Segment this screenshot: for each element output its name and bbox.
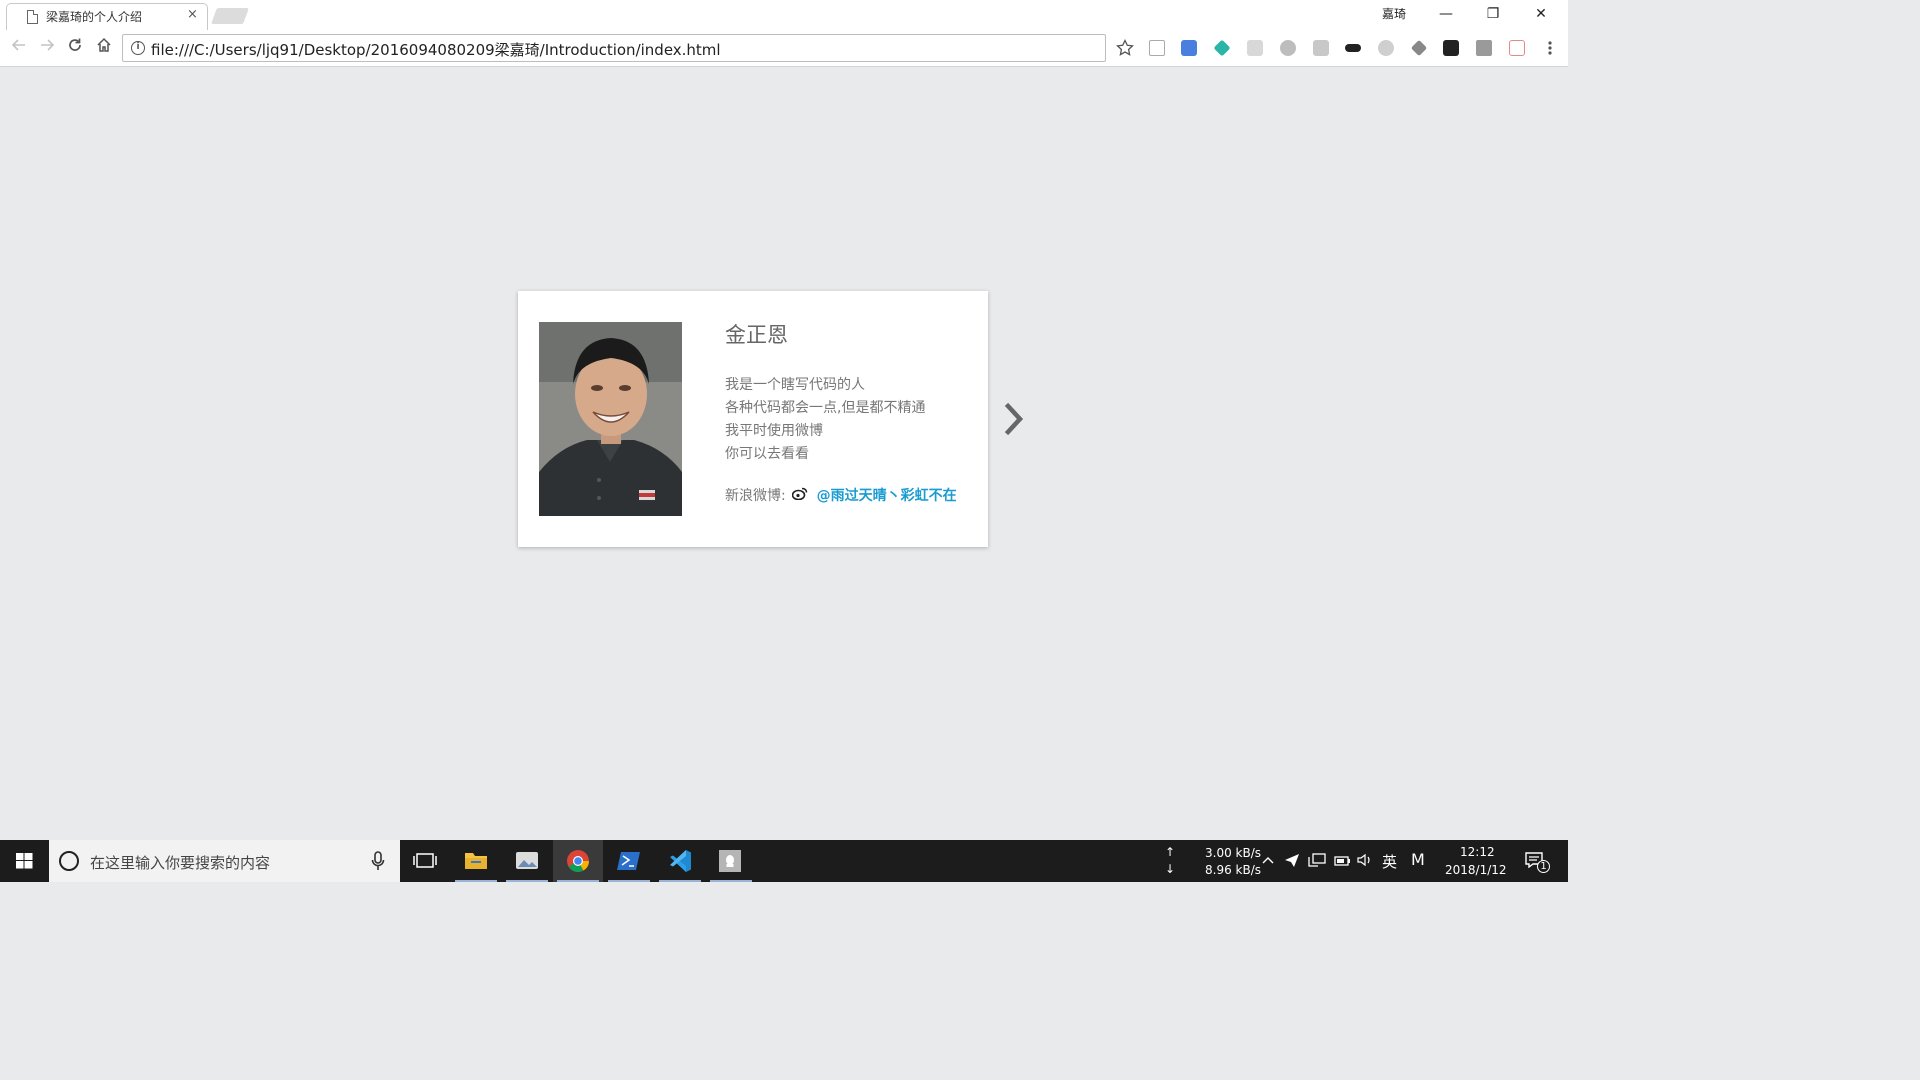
address-bar[interactable]: i file:///C:/Users/ljq91/Desktop/2016094… [122, 34, 1106, 62]
download-arrow: ↓ [1165, 862, 1176, 876]
microphone-icon[interactable] [371, 851, 385, 875]
vscode-app[interactable] [655, 840, 705, 882]
profile-photo [539, 322, 682, 516]
tab-close-button[interactable]: × [187, 7, 198, 22]
folder-icon [465, 853, 487, 869]
layers-extension-icon[interactable] [1410, 39, 1428, 57]
qq-icon [719, 850, 741, 872]
translate-extension-icon[interactable] [1181, 40, 1197, 56]
menu-dots-icon[interactable] [1544, 40, 1556, 56]
task-view-button[interactable] [400, 840, 450, 882]
arrow-right-icon [41, 39, 55, 51]
clock-date[interactable]: 2018/1/12 [1445, 863, 1507, 877]
notification-count: 1 [1537, 860, 1550, 873]
new-tab-button[interactable] [211, 8, 249, 24]
home-button[interactable] [93, 37, 115, 59]
profile-name-heading: 金正恩 [725, 323, 788, 347]
task-view-icon [413, 853, 437, 868]
reload-button[interactable] [64, 37, 86, 59]
browser-tab[interactable]: 梁嘉琦的个人介绍 × [6, 3, 208, 30]
document-icon [27, 10, 38, 24]
image-app-icon [516, 852, 538, 869]
ime-language[interactable]: 英 [1382, 851, 1397, 872]
back-button[interactable] [8, 37, 30, 59]
mask-extension-icon[interactable] [1345, 44, 1361, 52]
upload-arrow: ↑ [1165, 845, 1176, 859]
browser-toolbar: i file:///C:/Users/ljq91/Desktop/2016094… [0, 30, 1568, 67]
weibo-link[interactable]: @雨过天晴丶彩虹不在 [817, 485, 957, 505]
app-running-indicator [557, 880, 599, 882]
chevron-right-icon [1004, 402, 1024, 436]
forward-button[interactable] [36, 37, 58, 59]
calendar-extension-icon[interactable] [1509, 40, 1525, 56]
clock-time[interactable]: 12:12 [1460, 845, 1495, 859]
bookmark-star-icon[interactable] [1116, 38, 1134, 56]
qq-app[interactable] [706, 840, 756, 882]
powershell-app[interactable] [604, 840, 654, 882]
image-viewer-app[interactable] [502, 840, 552, 882]
url-text[interactable]: file:///C:/Users/ljq91/Desktop/201609408… [151, 39, 721, 60]
weibo-label: 新浪微博: [725, 488, 786, 504]
battery-icon[interactable] [1333, 853, 1351, 872]
network-icon[interactable] [1308, 852, 1326, 872]
action-center-button[interactable]: 1 [1525, 852, 1550, 874]
vscode-icon [670, 850, 691, 872]
circle-extension-icon[interactable] [1378, 40, 1394, 56]
reload-icon [69, 38, 81, 51]
cat-extension-icon[interactable] [1280, 40, 1296, 56]
home-icon [97, 37, 111, 52]
restore-button[interactable]: ❐ [1470, 2, 1516, 28]
reader-extension-icon[interactable] [1149, 40, 1165, 56]
file-explorer-app[interactable] [451, 840, 501, 882]
windows-logo-icon [16, 853, 33, 869]
paw-extension-icon[interactable] [1247, 40, 1263, 56]
minimize-button[interactable]: — [1423, 2, 1469, 28]
app-running-indicator [506, 880, 548, 882]
tab-title: 梁嘉琦的个人介绍 [46, 10, 143, 24]
bio-line: 我是一个瞎写代码的人 [725, 377, 865, 393]
start-button[interactable] [0, 840, 48, 882]
next-arrow-button[interactable] [1001, 400, 1027, 438]
weibo-row: 新浪微博: @雨过天晴丶彩虹不在 [725, 485, 957, 505]
cortana-icon [59, 851, 79, 871]
app-running-indicator [455, 880, 497, 882]
search-placeholder: 在这里输入你要搜索的内容 [90, 854, 271, 872]
send-tray-icon[interactable] [1284, 852, 1300, 872]
chrome-app[interactable] [553, 840, 603, 882]
app-running-indicator [608, 880, 650, 882]
columns-extension-icon[interactable] [1443, 40, 1459, 56]
arrow-left-icon [11, 39, 25, 51]
app-running-indicator [659, 880, 701, 882]
upload-speed: 3.00 kB/s [1205, 846, 1262, 860]
bio-line: 各种代码都会一点,但是都不精通 [725, 400, 926, 416]
browser-title-bar: 梁嘉琦的个人介绍 × 嘉琦 — ❐ ✕ [0, 0, 1568, 30]
windows-taskbar: 在这里输入你要搜索的内容 ↑ ↓ 3.00 kB/s 8.96 kB/s 英 M… [0, 840, 1568, 882]
bio-line: 我平时使用微博 [725, 423, 823, 439]
app-running-indicator [710, 880, 752, 882]
camera-extension-icon[interactable] [1476, 40, 1492, 56]
bio-line: 你可以去看看 [725, 446, 809, 462]
chrome-icon [567, 850, 589, 872]
ime-mode[interactable]: M [1411, 850, 1425, 869]
volume-icon[interactable] [1356, 852, 1374, 872]
profile-card: 金正恩 我是一个瞎写代码的人 各种代码都会一点,但是都不精通 我平时使用微博 你… [518, 291, 988, 547]
download-speed: 8.96 kB/s [1205, 863, 1262, 877]
powershell-icon [617, 852, 640, 870]
diamond-extension-icon[interactable] [1213, 39, 1231, 57]
profile-name[interactable]: 嘉琦 [1382, 5, 1406, 22]
info-icon[interactable]: i [131, 41, 145, 55]
close-window-button[interactable]: ✕ [1518, 2, 1564, 28]
taskbar-search-box[interactable]: 在这里输入你要搜索的内容 [49, 840, 400, 882]
mail-extension-icon[interactable] [1313, 40, 1329, 56]
show-hidden-icons-chevron-icon[interactable] [1261, 852, 1275, 871]
weibo-icon [791, 487, 808, 504]
